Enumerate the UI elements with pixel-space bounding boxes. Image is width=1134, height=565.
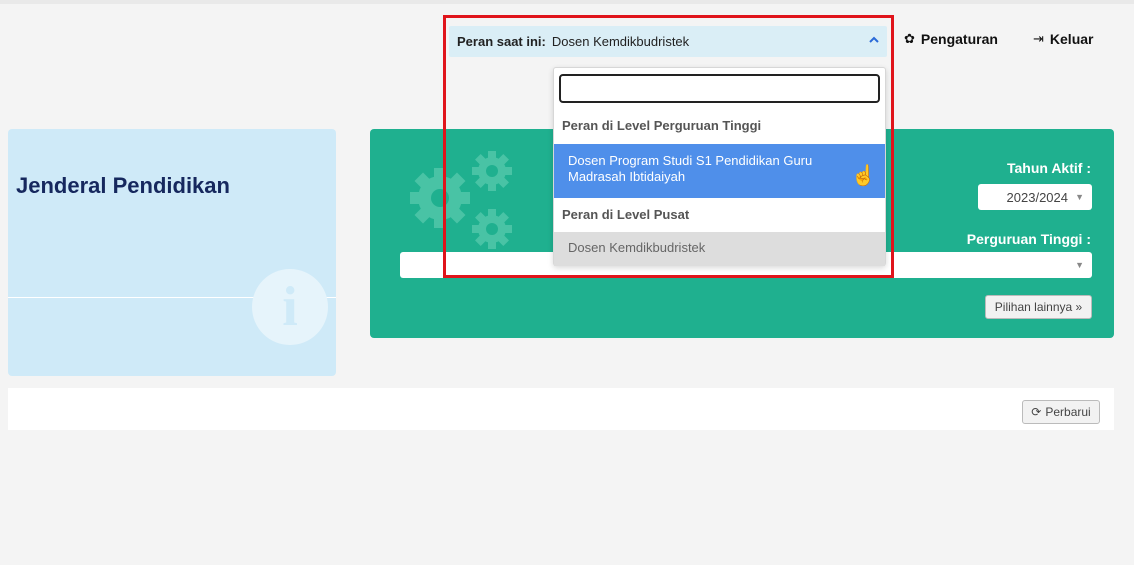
university-label: Perguruan Tinggi : bbox=[966, 231, 1091, 247]
refresh-label: Perbarui bbox=[1045, 405, 1091, 419]
role-selector[interactable]: Peran saat ini: Dosen Kemdikbudristek bbox=[449, 26, 887, 57]
info-icon: i bbox=[252, 269, 328, 345]
role-option[interactable]: Dosen Kemdikbudristek bbox=[554, 232, 885, 266]
gear-icon: ✿ bbox=[904, 31, 915, 46]
top-strip bbox=[0, 0, 1134, 4]
dropdown-group-label: Peran di Level Perguruan Tinggi bbox=[562, 118, 762, 133]
logout-icon: ⇥ bbox=[1033, 31, 1044, 46]
info-panel-title: Jenderal Pendidikan bbox=[16, 173, 230, 198]
chevron-down-icon: ▼ bbox=[1075, 192, 1084, 202]
refresh-icon: ⟳ bbox=[1031, 405, 1042, 419]
chevron-up-icon[interactable] bbox=[867, 34, 881, 48]
gears-icon bbox=[410, 151, 512, 249]
hand-cursor-icon: ☝ bbox=[851, 165, 876, 187]
more-options-button[interactable]: Pilihan lainnya » bbox=[985, 295, 1092, 319]
year-label: Tahun Aktif : bbox=[1007, 160, 1091, 176]
chevron-down-icon: ▼ bbox=[1075, 260, 1084, 270]
role-selector-value: Dosen Kemdikbudristek bbox=[551, 34, 690, 49]
year-select[interactable]: 2023/2024 ▼ bbox=[978, 184, 1092, 210]
content-toolbar: ⟳ Perbarui bbox=[8, 388, 1114, 430]
dropdown-group-label: Peran di Level Pusat bbox=[562, 207, 690, 222]
role-selector-label: Peran saat ini: bbox=[457, 34, 546, 49]
role-search-input[interactable] bbox=[559, 74, 880, 103]
logout-label: Keluar bbox=[1049, 31, 1094, 47]
refresh-button[interactable]: ⟳ Perbarui bbox=[1022, 400, 1100, 424]
role-option[interactable]: Dosen Program Studi S1 Pendidikan Guru M… bbox=[554, 144, 885, 198]
year-value: 2023/2024 bbox=[1006, 189, 1068, 205]
info-panel: Jenderal Pendidikan i bbox=[8, 129, 336, 376]
role-dropdown: Peran di Level Perguruan Tinggi Dosen Pr… bbox=[553, 67, 886, 266]
settings-label: Pengaturan bbox=[920, 31, 998, 47]
logout-link[interactable]: ⇥ Keluar bbox=[1033, 31, 1093, 47]
settings-link[interactable]: ✿ Pengaturan bbox=[904, 31, 998, 47]
